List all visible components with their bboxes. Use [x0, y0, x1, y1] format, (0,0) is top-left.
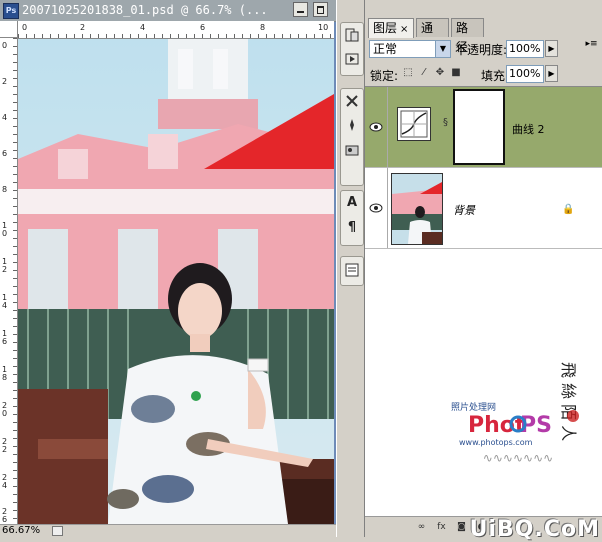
add-mask-icon[interactable]: ◙ [455, 521, 468, 533]
ruler-v-label: 1 2 [2, 257, 8, 274]
toolgroup-1 [340, 22, 364, 76]
ruler-v-label: 2 6 [2, 507, 8, 524]
ruler-v-label: 1 8 [2, 365, 8, 382]
curves-adjustment-icon[interactable] [397, 107, 431, 141]
ruler-v-label: 1 0 [2, 221, 8, 238]
lock-all-icon[interactable]: ■ [450, 67, 462, 79]
panel-tabs: 图层× 通道 路径 ▸≡ [365, 18, 602, 54]
ruler-h-label: 6 [200, 23, 206, 32]
layer-list[interactable]: § 曲线 2 背景 🔒 飛 絲 陌 人 Phot PS ∿∿∿∿∿∿∿ 照片处理… [365, 86, 602, 517]
ruler-origin[interactable] [0, 21, 18, 38]
toolgroup-4 [340, 256, 364, 286]
ruler-h-label: 2 [80, 23, 86, 32]
fill-input[interactable]: 100% [506, 65, 544, 83]
svg-text:飛 絲 陌 人: 飛 絲 陌 人 [559, 362, 578, 441]
link-chain-icon[interactable]: § [443, 117, 448, 128]
tab-layers[interactable]: 图层 × [368, 18, 414, 38]
lock-label: 锁定: [370, 69, 399, 83]
status-info-icon[interactable] [52, 526, 63, 536]
layer-row[interactable]: 背景 🔒 [365, 168, 602, 249]
tab-paths[interactable]: 路径 [451, 18, 484, 54]
actions-icon[interactable] [343, 50, 361, 68]
layer-comps-icon[interactable] [343, 261, 361, 279]
svg-text:∿∿∿∿∿∿∿: ∿∿∿∿∿∿∿ [483, 451, 553, 465]
tab-layers-label: 图层 [373, 21, 398, 35]
layer-name[interactable]: 背景 [453, 202, 475, 218]
ruler-v-label: 8 [2, 185, 8, 194]
layer-name[interactable]: 曲线 2 [512, 121, 545, 137]
history-icon[interactable] [343, 26, 361, 44]
document-window[interactable]: Ps 20071025201838_01.psd @ 66.7% (... 0 … [0, 0, 336, 538]
layer-thumbnail[interactable] [391, 173, 443, 245]
document-titlebar[interactable]: Ps 20071025201838_01.psd @ 66.7% (... [0, 0, 336, 22]
blend-mode-value: 正常 [373, 42, 398, 56]
ruler-v-label: 4 [2, 113, 8, 122]
vertical-ruler[interactable]: 0 2 4 6 8 1 0 1 2 1 4 1 6 1 8 2 0 2 2 2 … [0, 38, 18, 524]
ruler-v-label: 2 0 [2, 401, 8, 418]
ruler-v-label: 6 [2, 149, 8, 158]
ruler-v-label: 1 6 [2, 329, 8, 346]
ruler-h-label: 0 [22, 23, 28, 32]
lock-position-icon[interactable]: ✥ [434, 67, 446, 79]
brushes-icon[interactable] [343, 116, 361, 134]
tools-preset-icon[interactable] [343, 92, 361, 110]
photo-artwork [18, 39, 334, 524]
toolgroup-3: A ¶ [340, 190, 364, 246]
opacity-label: 不透明度: [455, 43, 508, 57]
tab-channels[interactable]: 通道 [416, 18, 449, 54]
layers-panel: 图层× 通道 路径 ▸≡ 正常 ▼ 不透明度: 100% ▶ 锁定: ⬚ ⁄ ✥… [365, 0, 602, 542]
watermark-site-label: 照片处理网 [451, 403, 497, 413]
visibility-cell[interactable] [365, 87, 388, 167]
image-canvas[interactable] [18, 39, 334, 524]
panel-dock-strip: A ¶ [336, 0, 365, 537]
ruler-v-label: 2 [2, 77, 8, 86]
layers-panel-footer: ∞ fx ◙ ◐ UiBQ.CoM [365, 516, 602, 542]
eye-icon[interactable] [368, 119, 384, 135]
maximize-button[interactable] [313, 2, 328, 17]
zoom-level[interactable]: 66.67% [2, 525, 40, 536]
fill-label: 填充: [481, 69, 510, 83]
watermark-logo: 飛 絲 陌 人 Phot PS ∿∿∿∿∿∿∿ 照片处理网 www.photop… [423, 342, 601, 502]
layer-style-icon[interactable]: fx [435, 521, 448, 533]
clone-source-icon[interactable] [343, 141, 361, 159]
lock-fill-row: 锁定: ⬚ ⁄ ✥ ■ 填充: 100% ▶ [365, 62, 602, 88]
tab-close-icon[interactable]: × [400, 24, 408, 35]
ruler-v-label: 2 2 [2, 437, 8, 454]
ruler-h-label: 8 [260, 23, 266, 32]
status-bar: 66.67% [0, 524, 336, 538]
photoshop-app-icon: Ps [3, 3, 19, 19]
blend-opacity-row: 正常 ▼ 不透明度: 100% ▶ [365, 37, 602, 63]
ruler-h-label: 4 [140, 23, 146, 32]
layer-row[interactable]: § 曲线 2 [365, 87, 602, 168]
document-title: 20071025201838_01.psd @ 66.7% (... [22, 3, 268, 17]
lock-pixels-icon[interactable]: ⁄ [418, 67, 430, 79]
link-layers-icon[interactable]: ∞ [415, 521, 428, 533]
layer-lock-icon: 🔒 [562, 204, 575, 215]
fill-slider-button[interactable]: ▶ [545, 65, 558, 82]
site-brand: UiBQ.CoM [469, 517, 600, 542]
ruler-v-label: 1 4 [2, 293, 8, 310]
character-icon[interactable]: A [343, 194, 361, 212]
toolgroup-2 [340, 88, 364, 186]
blend-mode-select[interactable]: 正常 ▼ [369, 40, 451, 58]
minimize-button[interactable] [293, 2, 308, 17]
eye-icon[interactable] [368, 200, 384, 216]
paragraph-icon[interactable]: ¶ [343, 219, 361, 237]
watermark-url: www.photops.com [459, 438, 533, 447]
opacity-input[interactable]: 100% [506, 40, 544, 58]
chevron-down-icon[interactable]: ▼ [435, 41, 450, 57]
ruler-v-label: 2 4 [2, 473, 8, 490]
visibility-cell[interactable] [365, 168, 388, 248]
ruler-h-label: 10 [318, 23, 329, 32]
layer-mask-thumbnail[interactable] [453, 89, 505, 165]
horizontal-ruler[interactable]: 0 2 4 6 8 10 [18, 21, 334, 39]
opacity-slider-button[interactable]: ▶ [545, 40, 558, 57]
lock-transparency-icon[interactable]: ⬚ [402, 67, 414, 79]
ruler-v-label: 0 [2, 41, 8, 50]
